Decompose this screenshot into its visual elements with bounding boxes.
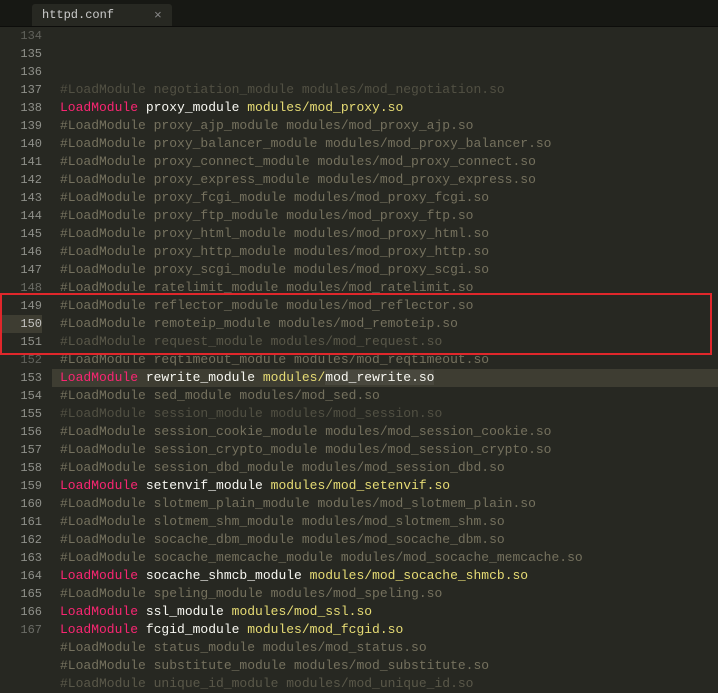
- code-line[interactable]: #LoadModule session_module modules/mod_s…: [52, 405, 718, 423]
- editor[interactable]: 1341351361371381391401411421431441451461…: [0, 27, 718, 627]
- line-number: 166: [0, 603, 42, 621]
- line-number: 165: [0, 585, 42, 603]
- line-number: 153: [0, 369, 42, 387]
- code-line[interactable]: LoadModule rewrite_module modules/mod_re…: [52, 369, 718, 387]
- line-number: 149: [0, 297, 42, 315]
- code-line[interactable]: #LoadModule proxy_fcgi_module modules/mo…: [52, 189, 718, 207]
- code-line[interactable]: #LoadModule negotiation_module modules/m…: [52, 81, 718, 99]
- code-line[interactable]: #LoadModule substitute_module modules/mo…: [52, 657, 718, 675]
- line-number: 141: [0, 153, 42, 171]
- code-line[interactable]: #LoadModule proxy_http_module modules/mo…: [52, 243, 718, 261]
- line-number: 154: [0, 387, 42, 405]
- code-line[interactable]: #LoadModule proxy_express_module modules…: [52, 171, 718, 189]
- code-line[interactable]: #LoadModule session_dbd_module modules/m…: [52, 459, 718, 477]
- code-line[interactable]: #LoadModule slotmem_plain_module modules…: [52, 495, 718, 513]
- code-line[interactable]: #LoadModule session_crypto_module module…: [52, 441, 718, 459]
- line-number: 155: [0, 405, 42, 423]
- code-line[interactable]: #LoadModule ratelimit_module modules/mod…: [52, 279, 718, 297]
- code-line[interactable]: #LoadModule reflector_module modules/mod…: [52, 297, 718, 315]
- line-number: 152: [0, 351, 42, 369]
- line-number: 139: [0, 117, 42, 135]
- code-line[interactable]: #LoadModule request_module modules/mod_r…: [52, 333, 718, 351]
- code-line[interactable]: #LoadModule unique_id_module modules/mod…: [52, 675, 718, 693]
- text-selection: mod_rewrite.so: [325, 370, 434, 385]
- code-line[interactable]: #LoadModule proxy_ftp_module modules/mod…: [52, 207, 718, 225]
- line-number: 150: [0, 315, 42, 333]
- code-line[interactable]: #LoadModule speling_module modules/mod_s…: [52, 585, 718, 603]
- line-number: 147: [0, 261, 42, 279]
- line-number: 159: [0, 477, 42, 495]
- code-line[interactable]: #LoadModule sed_module modules/mod_sed.s…: [52, 387, 718, 405]
- line-number: 148: [0, 279, 42, 297]
- line-number: 135: [0, 45, 42, 63]
- code-line[interactable]: LoadModule fcgid_module modules/mod_fcgi…: [52, 621, 718, 639]
- code-line[interactable]: LoadModule socache_shmcb_module modules/…: [52, 567, 718, 585]
- code-line[interactable]: #LoadModule proxy_connect_module modules…: [52, 153, 718, 171]
- code-line[interactable]: #LoadModule remoteip_module modules/mod_…: [52, 315, 718, 333]
- line-number: 167: [0, 621, 42, 639]
- code-line[interactable]: #LoadModule proxy_balancer_module module…: [52, 135, 718, 153]
- code-line[interactable]: #LoadModule slotmem_shm_module modules/m…: [52, 513, 718, 531]
- file-tab[interactable]: httpd.conf ×: [32, 4, 172, 26]
- tab-bar: httpd.conf ×: [0, 0, 718, 27]
- line-number: 143: [0, 189, 42, 207]
- code-line[interactable]: #LoadModule proxy_html_module modules/mo…: [52, 225, 718, 243]
- code-line[interactable]: #LoadModule socache_dbm_module modules/m…: [52, 531, 718, 549]
- close-icon[interactable]: ×: [154, 9, 162, 22]
- line-number: 160: [0, 495, 42, 513]
- line-number: 138: [0, 99, 42, 117]
- line-number: 140: [0, 135, 42, 153]
- line-number: 151: [0, 333, 42, 351]
- line-number: 161: [0, 513, 42, 531]
- code-line[interactable]: LoadModule setenvif_module modules/mod_s…: [52, 477, 718, 495]
- line-number: 146: [0, 243, 42, 261]
- code-line[interactable]: LoadModule ssl_module modules/mod_ssl.so: [52, 603, 718, 621]
- line-number: 162: [0, 531, 42, 549]
- line-number: 156: [0, 423, 42, 441]
- line-number: 158: [0, 459, 42, 477]
- line-number: 134: [0, 27, 42, 45]
- code-line[interactable]: #LoadModule proxy_ajp_module modules/mod…: [52, 117, 718, 135]
- line-number: 144: [0, 207, 42, 225]
- code-line[interactable]: #LoadModule proxy_scgi_module modules/mo…: [52, 261, 718, 279]
- line-number: 163: [0, 549, 42, 567]
- code-line[interactable]: #LoadModule reqtimeout_module modules/mo…: [52, 351, 718, 369]
- line-number: 164: [0, 567, 42, 585]
- line-number: 137: [0, 81, 42, 99]
- line-number: 157: [0, 441, 42, 459]
- code-line[interactable]: #LoadModule status_module modules/mod_st…: [52, 639, 718, 657]
- code-line[interactable]: #LoadModule session_cookie_module module…: [52, 423, 718, 441]
- code-line[interactable]: #LoadModule socache_memcache_module modu…: [52, 549, 718, 567]
- line-number: 136: [0, 63, 42, 81]
- line-number: 142: [0, 171, 42, 189]
- code-area[interactable]: #LoadModule negotiation_module modules/m…: [52, 27, 718, 627]
- tab-filename: httpd.conf: [42, 8, 114, 22]
- code-line[interactable]: LoadModule proxy_module modules/mod_prox…: [52, 99, 718, 117]
- line-number-gutter: 1341351361371381391401411421431441451461…: [0, 27, 52, 627]
- line-number: 145: [0, 225, 42, 243]
